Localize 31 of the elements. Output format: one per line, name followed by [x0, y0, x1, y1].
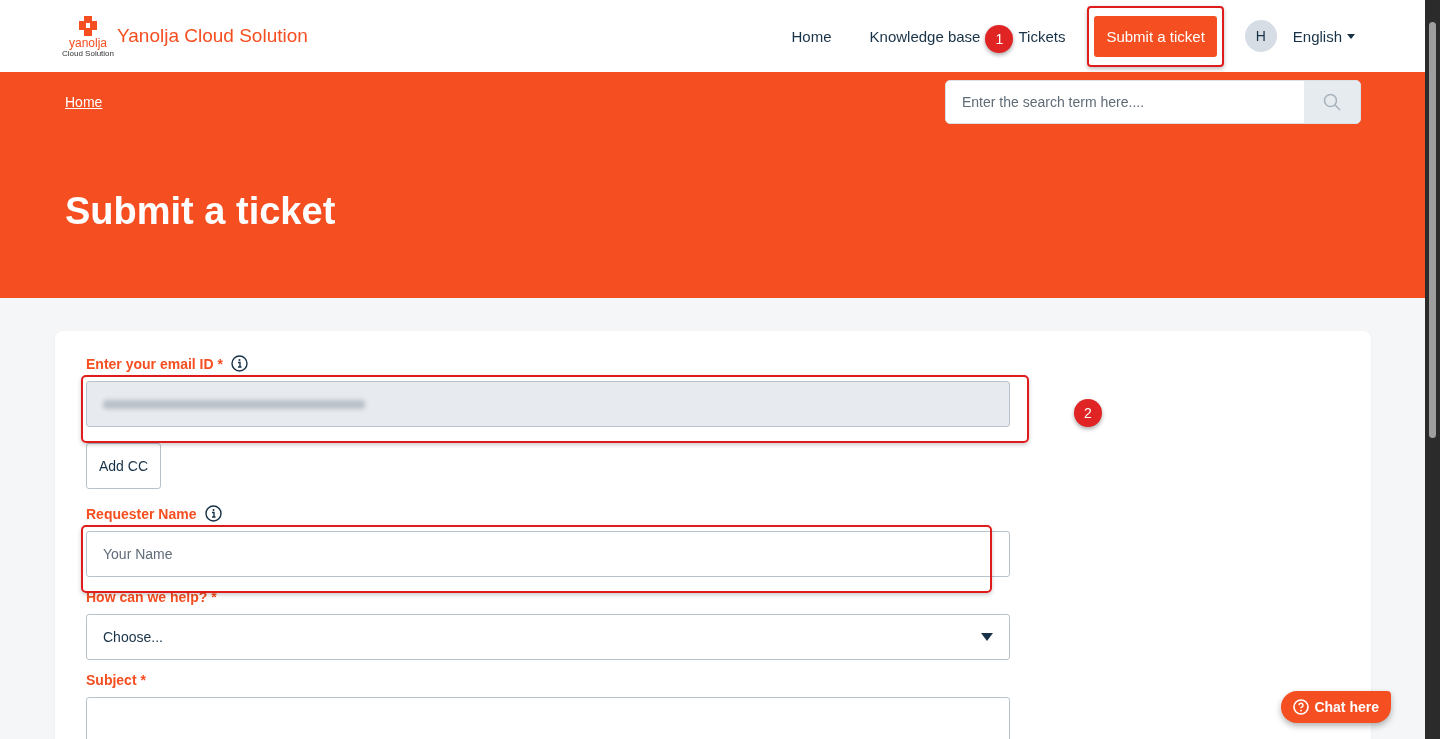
scrollbar[interactable]: [1425, 0, 1440, 739]
logo-icon: [77, 14, 99, 37]
input-field[interactable]: Your Name: [86, 531, 1010, 577]
nav-link[interactable]: Knowledge base: [869, 27, 981, 45]
caret-icon: [981, 633, 993, 641]
field-label: Enter your email ID *: [86, 355, 223, 372]
nav-link[interactable]: Tickets: [1018, 27, 1066, 45]
help-icon: [1293, 699, 1310, 715]
breadcrumb-link[interactable]: Home: [65, 94, 103, 110]
caret-icon: [1347, 33, 1355, 39]
info-icon[interactable]: [204, 505, 222, 522]
avatar[interactable]: H: [1244, 20, 1277, 52]
input-field[interactable]: [86, 697, 1010, 739]
step-marker: 1: [985, 25, 1014, 53]
logo-subtitle: Cloud Solution: [62, 48, 115, 58]
info-icon[interactable]: [230, 355, 248, 372]
field-label: Subject *: [86, 672, 146, 688]
search-icon: [1323, 93, 1341, 111]
nav-link[interactable]: Home: [791, 27, 832, 45]
add-cc-button[interactable]: Add CC: [86, 443, 162, 489]
logo-wordmark: yanolja: [69, 36, 107, 49]
submit-ticket-button[interactable]: Submit a ticket: [1094, 15, 1217, 57]
field-label: Requester Name: [86, 505, 197, 522]
brand-title[interactable]: Yanolja Cloud Solution: [117, 25, 308, 47]
language-dropdown[interactable]: English: [1292, 27, 1355, 45]
step-marker: 2: [1074, 399, 1102, 427]
select-field[interactable]: Choose...: [86, 614, 1010, 660]
chat-button[interactable]: Chat here: [1281, 691, 1391, 723]
search-field[interactable]: Enter the search term here....: [945, 80, 1361, 124]
page-title: Submit a ticket: [65, 190, 337, 233]
email-field[interactable]: [86, 381, 1010, 427]
